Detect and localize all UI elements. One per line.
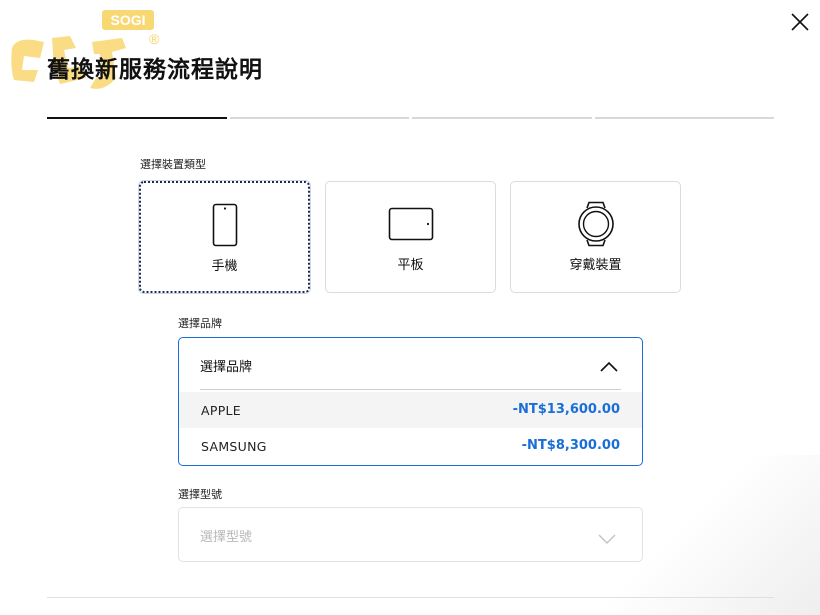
close-icon: [791, 13, 809, 31]
footer-divider: [47, 597, 774, 598]
brand-option-price: -NT$8,300.00: [521, 438, 620, 453]
step-4: [594, 117, 774, 119]
device-option-label: 穿戴裝置: [569, 258, 622, 273]
device-option-label: 平板: [397, 258, 424, 273]
device-option-label: 手機: [211, 259, 238, 274]
model-select[interactable]: 選擇型號: [178, 507, 643, 562]
brand-option-samsung[interactable]: SAMSUNG -NT$8,300.00: [179, 428, 642, 464]
device-option-wearable[interactable]: 穿戴裝置: [510, 181, 681, 293]
device-type-label: 選擇裝置類型: [140, 158, 206, 171]
step-1: [47, 117, 227, 119]
sogi-badge-text: SOGI: [110, 12, 145, 28]
tablet-icon: [388, 202, 434, 246]
step-2: [229, 117, 409, 119]
registered-mark: ®: [149, 31, 160, 47]
brand-dropdown: 選擇品牌 APPLE -NT$13,600.00 SAMSUNG -NT$8,3…: [178, 337, 643, 466]
device-option-tablet[interactable]: 平板: [325, 181, 496, 293]
phone-icon: [212, 203, 238, 247]
brand-label: 選擇品牌: [178, 317, 222, 330]
close-button[interactable]: [784, 6, 816, 38]
device-option-phone[interactable]: 手機: [139, 181, 310, 293]
chevron-up-icon: [600, 357, 618, 376]
brand-select-text: 選擇品牌: [200, 360, 253, 375]
model-select-placeholder: 選擇型號: [200, 530, 253, 545]
page-title: 舊換新服務流程說明: [47, 57, 263, 83]
model-label: 選擇型號: [178, 488, 222, 501]
progress-steps: [47, 116, 774, 119]
step-3: [412, 117, 592, 119]
brand-option-name: SAMSUNG: [201, 439, 267, 454]
brand-option-apple[interactable]: APPLE -NT$13,600.00: [179, 392, 642, 428]
brand-select[interactable]: 選擇品牌: [179, 338, 642, 390]
watch-icon: [577, 201, 615, 247]
dropdown-divider: [200, 389, 621, 390]
brand-option-price: -NT$13,600.00: [512, 402, 620, 417]
brand-option-name: APPLE: [201, 403, 241, 418]
chevron-down-icon: [598, 530, 616, 549]
